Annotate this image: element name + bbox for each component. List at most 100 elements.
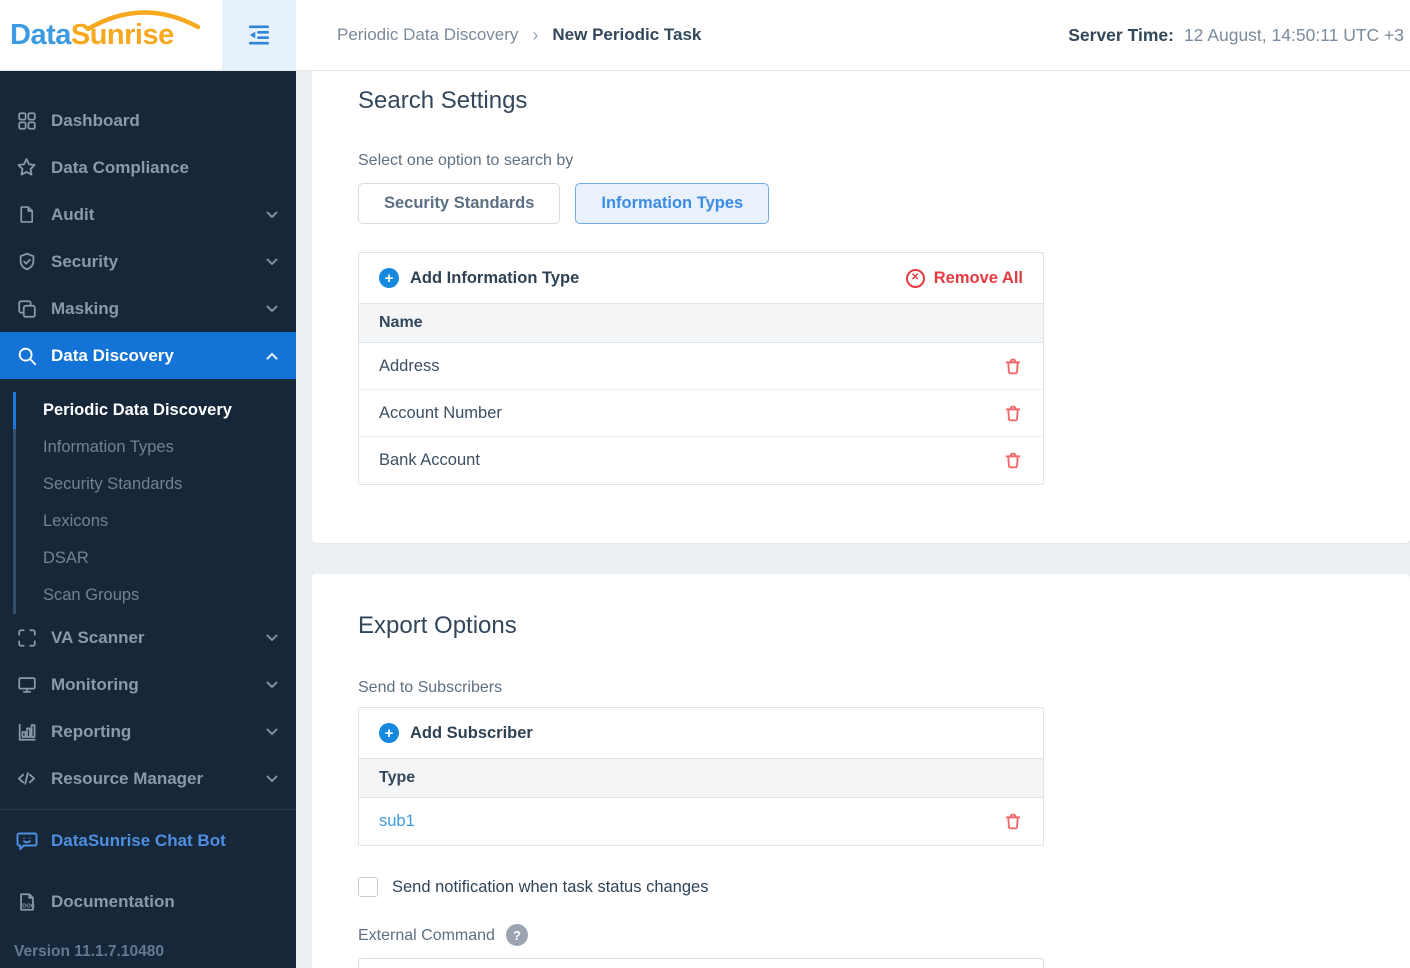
add-information-type-button[interactable]: + Add Information Type — [379, 268, 579, 288]
sidebar-subitem-dsar[interactable]: DSAR — [0, 540, 296, 577]
notification-checkbox-row: Send notification when task status chang… — [358, 877, 1390, 897]
subscriber-link[interactable]: sub1 — [379, 812, 415, 831]
document-icon — [14, 202, 39, 227]
logo-text-data: Data — [10, 18, 71, 51]
delete-row-button[interactable] — [1003, 356, 1023, 377]
chat-bot-icon — [14, 828, 39, 853]
chevron-down-icon — [266, 305, 278, 313]
delete-row-button[interactable] — [1003, 811, 1023, 832]
sidebar-item-reporting[interactable]: Reporting — [0, 708, 296, 755]
security-standards-tab[interactable]: Security Standards — [358, 183, 561, 224]
external-command-row: External Command ? — [358, 924, 1390, 946]
sidebar-item-dashboard[interactable]: Dashboard — [0, 97, 296, 144]
trash-icon — [1005, 452, 1021, 469]
sidebar-item-data-discovery[interactable]: Data Discovery — [0, 332, 296, 379]
server-time-value: 12 August, 14:50:11 UTC +3 — [1183, 24, 1404, 45]
breadcrumb: Periodic Data Discovery › New Periodic T… — [296, 0, 1068, 70]
sidebar-item-label: Dashboard — [51, 110, 140, 130]
external-command-input[interactable] — [358, 958, 1044, 968]
sidebar-subitem-lexicons[interactable]: Lexicons — [0, 503, 296, 540]
main-content: Search Settings Select one option to sea… — [296, 71, 1410, 968]
sidebar-item-masking[interactable]: Masking — [0, 285, 296, 332]
information-types-tab[interactable]: Information Types — [575, 183, 770, 224]
send-to-subscribers-label: Send to Subscribers — [358, 679, 503, 696]
dashboard-icon — [14, 108, 39, 133]
information-types-table: + Add Information Type ✕ Remove All Name… — [358, 252, 1044, 485]
doc-file-icon: DOC — [14, 889, 39, 914]
information-types-toolbar: + Add Information Type ✕ Remove All — [359, 253, 1043, 303]
version-label: Version 11.1.7.10480 — [14, 943, 164, 960]
subscribers-toolbar: + Add Subscriber — [359, 708, 1043, 758]
external-command-label: External Command — [358, 926, 495, 944]
datasunrise-logo[interactable]: Data Sunrise — [0, 0, 222, 70]
chevron-down-icon — [266, 634, 278, 642]
notification-checkbox-label: Send notification when task status chang… — [392, 877, 709, 896]
sidebar-item-label: Data Discovery — [51, 345, 174, 365]
sidebar-divider — [0, 809, 296, 810]
table-row: Account Number — [359, 390, 1043, 437]
submenu-label: Periodic Data Discovery — [43, 401, 232, 419]
delete-row-button[interactable] — [1003, 403, 1023, 424]
code-icon — [14, 766, 39, 791]
information-type-name: Account Number — [379, 403, 502, 422]
sidebar-item-label: Masking — [51, 298, 120, 318]
chevron-down-icon — [266, 728, 278, 736]
submenu-label: Scan Groups — [43, 586, 140, 604]
sidebar-item-chat-bot[interactable]: DataSunrise Chat Bot — [0, 817, 296, 864]
bar-chart-icon — [14, 719, 39, 744]
sidebar-item-resource-manager[interactable]: Resource Manager — [0, 755, 296, 802]
sidebar-item-label: Audit — [51, 204, 95, 224]
search-by-toggle-group: Security Standards Information Types — [358, 183, 1390, 224]
add-subscriber-button[interactable]: + Add Subscriber — [379, 723, 533, 743]
breadcrumb-parent-link[interactable]: Periodic Data Discovery — [337, 25, 518, 45]
server-time: Server Time: 12 August, 14:50:11 UTC +3 — [1068, 0, 1410, 70]
plus-icon: + — [379, 723, 399, 743]
sidebar-item-documentation[interactable]: DOC Documentation — [0, 878, 296, 925]
delete-row-button[interactable] — [1003, 450, 1023, 471]
sidebar-item-label: Resource Manager — [51, 768, 204, 788]
breadcrumb-separator: › — [532, 24, 539, 45]
sidebar-item-label: Documentation — [51, 891, 175, 911]
sidebar-item-monitoring[interactable]: Monitoring — [0, 661, 296, 708]
page-title: New Periodic Task — [552, 25, 702, 44]
remove-all-label: Remove All — [933, 268, 1023, 287]
collapse-menu-icon — [248, 25, 270, 45]
help-question-icon[interactable]: ? — [505, 924, 528, 946]
app-root: Data Sunrise Periodic Data Discovery › N… — [0, 0, 1410, 968]
select-option-label: Select one option to search by — [358, 152, 574, 169]
column-header-type: Type — [359, 758, 1043, 798]
trash-icon — [1005, 405, 1021, 421]
sidebar-subitem-information-types[interactable]: Information Types — [0, 429, 296, 466]
search-icon — [14, 343, 39, 368]
table-row: Bank Account — [359, 437, 1043, 484]
notification-checkbox[interactable] — [358, 877, 378, 897]
remove-all-button[interactable]: ✕ Remove All — [905, 268, 1023, 288]
section-title-export-options: Export Options — [358, 612, 517, 639]
sidebar-subitem-security-standards[interactable]: Security Standards — [0, 466, 296, 503]
sidebar-item-va-scanner[interactable]: VA Scanner — [0, 614, 296, 661]
sidebar-collapse-button[interactable] — [222, 0, 296, 70]
sidebar: Dashboard Data Compliance Audit Security… — [0, 71, 296, 968]
information-type-name: Address — [379, 356, 440, 375]
table-row: Address — [359, 343, 1043, 390]
submenu-label: Lexicons — [43, 512, 109, 530]
sidebar-item-security[interactable]: Security — [0, 238, 296, 285]
top-header: Data Sunrise Periodic Data Discovery › N… — [0, 0, 1410, 71]
section-title-search-settings: Search Settings — [358, 87, 528, 114]
submenu-label: Information Types — [43, 438, 174, 456]
submenu-label: Security Standards — [43, 475, 183, 493]
sidebar-item-audit[interactable]: Audit — [0, 191, 296, 238]
search-settings-card: Search Settings Select one option to sea… — [312, 71, 1410, 543]
sidebar-subitem-periodic-data-discovery[interactable]: Periodic Data Discovery — [0, 392, 296, 429]
sidebar-item-data-compliance[interactable]: Data Compliance — [0, 144, 296, 191]
star-icon — [14, 155, 39, 180]
masking-layers-icon — [14, 296, 39, 321]
sidebar-item-label: DataSunrise Chat Bot — [51, 830, 226, 850]
trash-icon — [1005, 358, 1021, 374]
chevron-down-icon — [266, 681, 278, 689]
sidebar-subitem-scan-groups[interactable]: Scan Groups — [0, 577, 296, 614]
chevron-up-icon — [266, 352, 278, 360]
information-type-name: Bank Account — [379, 451, 480, 469]
scanner-frame-icon — [14, 625, 39, 650]
sidebar-item-label: Monitoring — [51, 674, 139, 694]
